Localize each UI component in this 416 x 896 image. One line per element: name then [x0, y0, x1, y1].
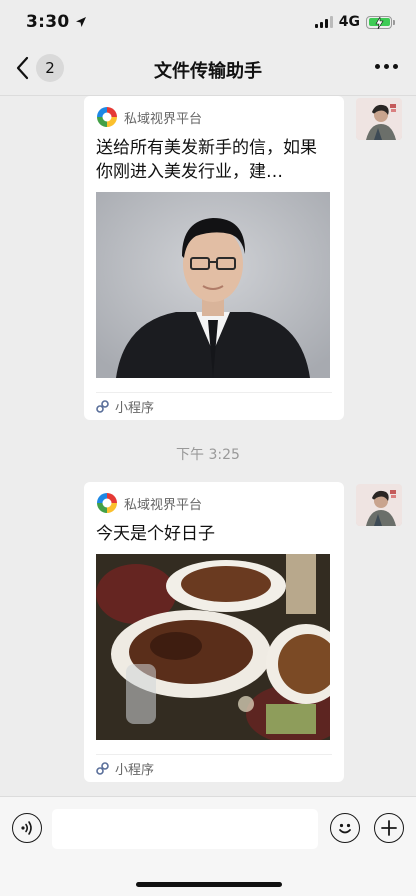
battery-icon [366, 15, 395, 29]
smiley-icon [339, 823, 351, 834]
nav-bar: 2 文件传输助手 [0, 44, 416, 96]
input-bar [0, 796, 416, 896]
location-arrow-icon [76, 17, 87, 27]
message-row: 私域视界平台 送给所有美发新手的信，如果你刚进入美发行业，建… 小程序 [0, 96, 416, 420]
chat-area[interactable]: 私域视界平台 送给所有美发新手的信，如果你刚进入美发行业，建… 小程序 下午 3… [0, 96, 416, 796]
more-options-button[interactable] [375, 64, 398, 69]
card-title: 今天是个好日子 [96, 524, 215, 544]
chat-title: 文件传输助手 [154, 60, 262, 82]
mini-program-card[interactable]: 私域视界平台 送给所有美发新手的信，如果你刚进入美发行业，建… 小程序 [84, 96, 344, 420]
emoji-button[interactable] [330, 813, 360, 843]
voice-input-button[interactable] [12, 813, 42, 843]
status-bar: 3:30 4G [0, 0, 416, 44]
back-button[interactable]: 2 [14, 54, 64, 82]
avatar-image [356, 98, 402, 140]
platform-logo-icon [97, 107, 117, 127]
card-footer-label: 小程序 [115, 401, 155, 416]
mini-program-icon [96, 762, 109, 775]
status-right: 4G [314, 14, 395, 30]
more-dot-icon [393, 64, 398, 69]
card-source: 私域视界平台 [124, 111, 203, 127]
more-dot-icon [375, 64, 380, 69]
avatar-image [356, 484, 402, 526]
mini-program-card[interactable]: 私域视界平台 今天是个好日子 小程序 [84, 482, 344, 782]
card-footer: 小程序 [96, 392, 332, 420]
more-functions-button[interactable] [374, 813, 404, 843]
status-time: 3:30 [26, 12, 70, 32]
home-indicator[interactable] [136, 882, 282, 887]
message-row: 私域视界平台 今天是个好日子 小程序 [0, 482, 416, 786]
avatar[interactable] [356, 484, 402, 526]
voice-icon [21, 821, 32, 835]
card-footer: 小程序 [96, 754, 332, 782]
unread-count-badge: 2 [36, 54, 64, 82]
cellular-signal-icon [314, 16, 333, 28]
platform-logo-icon [97, 493, 117, 513]
card-image-portrait [96, 192, 330, 378]
card-title: 送给所有美发新手的信，如果你刚进入美发行业，建… [96, 138, 317, 182]
card-header: 私域视界平台 [96, 492, 332, 514]
message-input[interactable] [52, 809, 318, 849]
network-type: 4G [338, 14, 360, 30]
mini-program-icon [96, 400, 109, 413]
card-source: 私域视界平台 [124, 497, 203, 513]
card-image-food [96, 554, 330, 740]
charging-bolt-icon [374, 17, 384, 29]
more-dot-icon [384, 64, 389, 69]
card-footer-label: 小程序 [115, 763, 155, 778]
plus-icon [381, 820, 397, 836]
avatar[interactable] [356, 98, 402, 140]
status-left: 3:30 [26, 12, 87, 32]
card-header: 私域视界平台 [96, 106, 332, 128]
timestamp: 下午 3:25 [176, 447, 240, 463]
chevron-left-icon [16, 56, 29, 80]
